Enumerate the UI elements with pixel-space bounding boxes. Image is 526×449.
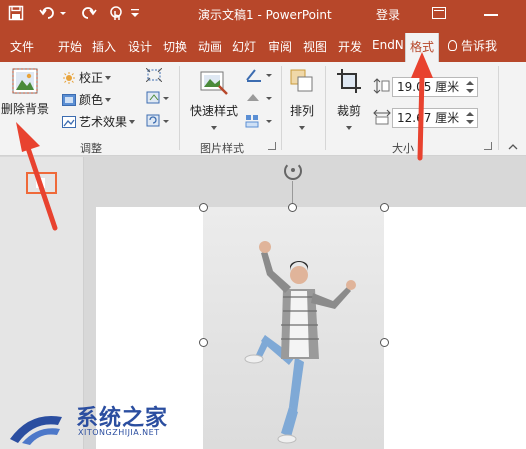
ribbon-display-icon[interactable] [432, 7, 446, 19]
color-button[interactable]: 颜色 [62, 90, 112, 110]
redo-icon[interactable] [78, 5, 98, 25]
height-spinner-icon[interactable] [465, 79, 475, 95]
resize-handle-right[interactable] [380, 338, 389, 347]
tab-design[interactable]: 设计 [128, 38, 152, 55]
width-icon [373, 109, 391, 125]
selected-picture[interactable] [203, 207, 384, 449]
compress-pictures-icon[interactable] [145, 67, 164, 83]
picture-styles-launcher-icon[interactable] [268, 142, 276, 150]
undo-icon[interactable] [38, 5, 58, 25]
height-icon [373, 78, 391, 94]
quick-styles-button[interactable]: 快速样式 [186, 70, 242, 135]
title-bar: 演示文稿1 - PowerPoint 登录 [0, 0, 526, 30]
remove-background-icon [10, 66, 40, 96]
size-launcher-icon[interactable] [484, 142, 492, 150]
watermark-url: XITONGZHIJIA.NET [78, 428, 160, 437]
arrange-button[interactable]: 排列 [284, 68, 320, 135]
minimize-icon[interactable] [484, 14, 498, 16]
tab-developer[interactable]: 开发 [338, 38, 362, 55]
tab-file[interactable]: 文件 [10, 38, 34, 55]
crop-button[interactable]: 裁剪 [330, 68, 368, 135]
group-separator [325, 66, 326, 150]
tab-insert[interactable]: 插入 [92, 38, 116, 55]
width-spinner-icon[interactable] [465, 110, 475, 126]
sun-icon [62, 70, 76, 84]
change-picture-icon[interactable] [146, 91, 172, 105]
artistic-effects-label: 艺术效果 [79, 115, 128, 129]
adjust-group-label: 调整 [80, 142, 102, 155]
resize-handle-top-left[interactable] [199, 203, 208, 212]
quick-styles-icon [199, 70, 229, 96]
color-icon [62, 92, 76, 106]
height-value: 19.05 厘米 [397, 80, 460, 94]
customize-toolbar-icon[interactable] [128, 5, 142, 25]
resize-handle-top[interactable] [288, 203, 297, 212]
artistic-effects-button[interactable]: 艺术效果 [62, 112, 136, 132]
group-separator [498, 66, 499, 150]
height-field[interactable]: 19.05 厘米 [392, 77, 478, 97]
rotate-handle-line [292, 181, 293, 203]
tab-format[interactable]: 格式 [405, 33, 440, 62]
tab-home[interactable]: 开始 [58, 38, 82, 55]
remove-background-button[interactable]: 删除背景 [0, 66, 50, 117]
rotate-handle-icon[interactable] [284, 162, 302, 180]
tab-view[interactable]: 视图 [303, 38, 327, 55]
login-button[interactable]: 登录 [376, 6, 400, 23]
picture-layout-icon[interactable] [245, 114, 275, 128]
corrections-label: 校正 [79, 71, 104, 85]
undo-dropdown-icon[interactable] [58, 5, 68, 25]
artistic-effects-icon [62, 114, 76, 128]
save-icon[interactable] [6, 5, 26, 25]
quick-styles-label: 快速样式 [189, 104, 238, 118]
size-group-label: 大小 [392, 142, 414, 155]
ribbon-tabs: 文件 开始 插入 设计 切换 动画 幻灯 审阅 视图 开发 EndN 格式 告诉… [0, 30, 526, 62]
resize-handle-top-right[interactable] [380, 203, 389, 212]
group-separator [179, 66, 180, 150]
ribbon-format: 删除背景 校正 颜色 艺术效果 调整 快速样式 图片样式 排列 裁剪 19.05… [0, 62, 526, 156]
collapse-ribbon-icon[interactable] [508, 140, 518, 154]
tab-slideshow[interactable]: 幻灯 [232, 38, 256, 55]
window-title: 演示文稿1 - PowerPoint [198, 8, 332, 22]
person-photo [244, 241, 356, 444]
tell-me-label: 告诉我 [461, 39, 498, 53]
resize-handle-left[interactable] [199, 338, 208, 347]
color-label: 颜色 [79, 93, 104, 107]
tell-me-box[interactable]: 告诉我 [448, 37, 497, 54]
slide-thumbnail-highlight[interactable] [26, 172, 57, 194]
touch-mode-icon[interactable] [106, 5, 126, 25]
width-value: 12.67 厘米 [397, 111, 460, 125]
crop-icon [336, 68, 362, 94]
crop-label: 裁剪 [336, 104, 361, 118]
tab-review[interactable]: 审阅 [268, 38, 292, 55]
arrange-icon [289, 68, 315, 94]
tab-animations[interactable]: 动画 [198, 38, 222, 55]
remove-background-label: 删除背景 [0, 102, 49, 116]
tab-transitions[interactable]: 切换 [163, 38, 187, 55]
group-separator [281, 66, 282, 150]
tab-endnote[interactable]: EndN [372, 38, 404, 52]
lightbulb-icon [448, 40, 457, 51]
picture-border-icon[interactable] [245, 68, 275, 82]
picture-styles-group-label: 图片样式 [200, 142, 244, 155]
arrange-label: 排列 [289, 104, 314, 118]
picture-effects-icon[interactable] [245, 91, 275, 105]
width-field[interactable]: 12.67 厘米 [392, 108, 478, 128]
reset-picture-icon[interactable] [146, 114, 172, 128]
corrections-button[interactable]: 校正 [62, 68, 112, 88]
